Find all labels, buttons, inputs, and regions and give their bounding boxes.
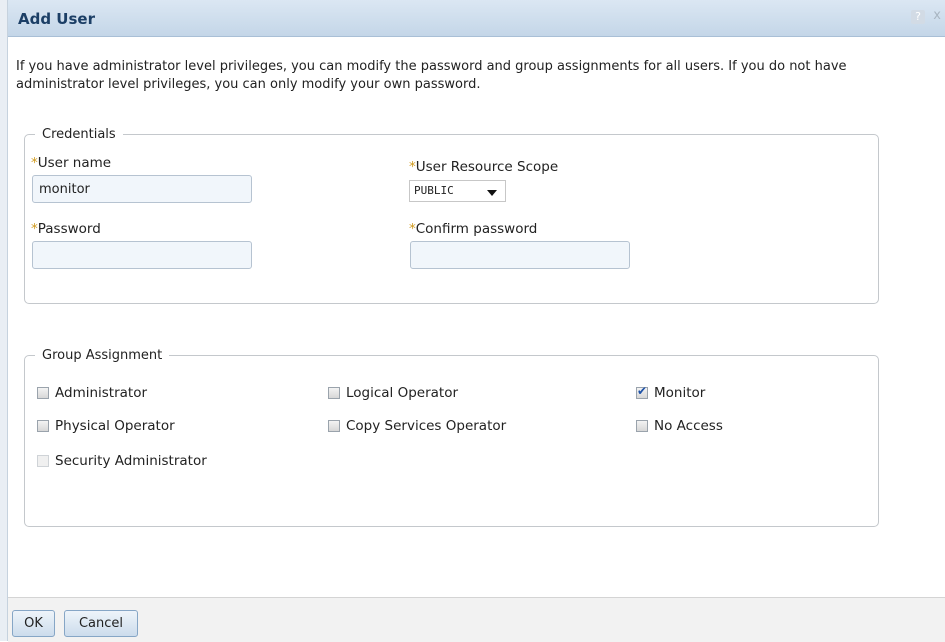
group-option-monitor[interactable]: Monitor bbox=[636, 384, 705, 402]
checkbox-icon[interactable] bbox=[37, 420, 49, 432]
confirm-password-input[interactable] bbox=[410, 241, 630, 269]
credentials-fieldset: Credentials *User name *User Resource Sc… bbox=[24, 127, 879, 304]
required-marker: * bbox=[409, 159, 416, 175]
ok-button[interactable]: OK bbox=[12, 610, 55, 637]
checkbox-checked-icon[interactable] bbox=[636, 384, 648, 399]
intro-text: If you have administrator level privileg… bbox=[16, 59, 847, 92]
chevron-down-icon bbox=[487, 190, 497, 196]
resource-scope-value: PUBLIC bbox=[414, 184, 454, 197]
resource-scope-label: *User Resource Scope bbox=[409, 159, 559, 175]
dialog-footer: OK Cancel bbox=[8, 597, 945, 642]
checkbox-icon[interactable] bbox=[636, 420, 648, 432]
confirm-password-label: *Confirm password bbox=[409, 221, 538, 237]
user-name-input[interactable] bbox=[32, 175, 252, 203]
close-icon[interactable]: x bbox=[933, 8, 941, 23]
resource-scope-select[interactable]: PUBLIC bbox=[409, 180, 506, 202]
add-user-dialog: Add User ? x If you have administrator l… bbox=[8, 0, 945, 642]
password-label: *Password bbox=[31, 221, 101, 237]
group-option-logical-operator[interactable]: Logical Operator bbox=[328, 384, 458, 402]
required-marker: * bbox=[409, 221, 416, 237]
group-option-security-administrator: Security Administrator bbox=[37, 452, 207, 470]
group-option-administrator[interactable]: Administrator bbox=[37, 384, 147, 402]
group-option-physical-operator[interactable]: Physical Operator bbox=[37, 417, 175, 435]
checkbox-icon[interactable] bbox=[328, 387, 340, 399]
checkbox-disabled-icon bbox=[37, 455, 49, 467]
group-assignment-fieldset: Group Assignment Administrator Logical O… bbox=[24, 348, 879, 527]
checkbox-icon[interactable] bbox=[37, 387, 49, 399]
credentials-legend: Credentials bbox=[42, 127, 116, 142]
required-marker: * bbox=[31, 155, 38, 171]
dialog-titlebar: Add User ? x bbox=[8, 0, 945, 37]
dialog-title: Add User bbox=[18, 10, 95, 28]
group-option-no-access[interactable]: No Access bbox=[636, 417, 723, 435]
checkbox-icon[interactable] bbox=[328, 420, 340, 432]
window-left-edge bbox=[0, 0, 8, 641]
password-input[interactable] bbox=[32, 241, 252, 269]
group-assignment-legend: Group Assignment bbox=[42, 348, 163, 363]
cancel-button[interactable]: Cancel bbox=[64, 610, 138, 637]
required-marker: * bbox=[31, 221, 38, 237]
user-name-label: *User name bbox=[31, 155, 112, 171]
group-option-copy-services-operator[interactable]: Copy Services Operator bbox=[328, 417, 506, 435]
help-icon[interactable]: ? bbox=[911, 10, 925, 24]
